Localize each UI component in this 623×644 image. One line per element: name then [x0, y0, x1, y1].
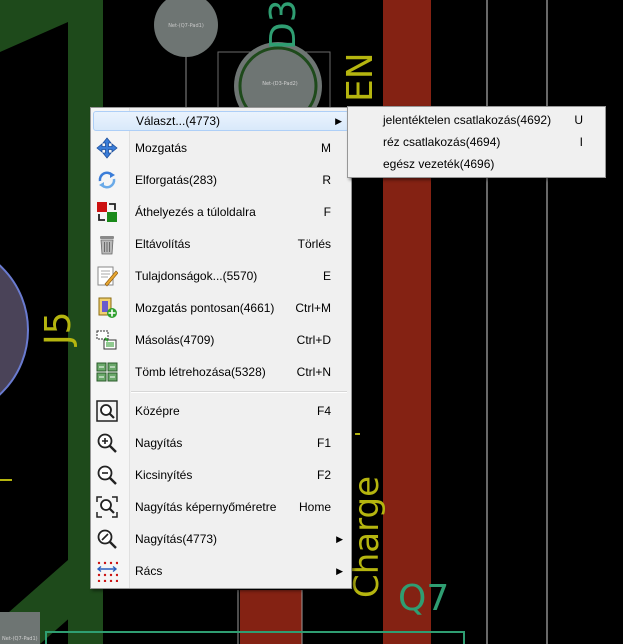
submenu-item-whole-track[interactable]: egész vezeték(4696)	[350, 153, 603, 175]
menu-item-shortcut: F1	[316, 436, 331, 450]
menu-item-shortcut: E	[322, 269, 331, 283]
menu-item-label: Nagyítás képernyőméretre	[135, 500, 277, 514]
menu-item-label: Eltávolítás	[135, 237, 191, 251]
submenu-arrow-icon: ▶	[336, 534, 343, 544]
duplicate-icon	[96, 330, 117, 350]
menu-item-shortcut: R	[322, 173, 331, 187]
grid-icon	[96, 561, 118, 582]
trash-icon	[100, 236, 114, 255]
menu-item-shortcut: M	[321, 141, 331, 155]
zoom-out-icon	[97, 465, 117, 485]
menu-item-label: Tulajdonságok...(5570)	[135, 269, 258, 283]
menu-item-label: réz csatlakozás(4694)	[383, 135, 501, 149]
menu-item-label: Elforgatás(283)	[135, 173, 218, 187]
menu-item-label: Mozgatás pontosan(4661)	[135, 301, 275, 315]
menu-item-move[interactable]: Mozgatás M	[93, 132, 349, 164]
menu-item-zoom-out[interactable]: Kicsinyítés F2	[93, 459, 349, 491]
menu-item-shortcut: Törlés	[297, 237, 331, 251]
menu-item-shortcut: Home	[298, 500, 331, 514]
menu-item-zoom-fit[interactable]: Nagyítás képernyőméretre Home	[93, 491, 349, 523]
menu-item-label: Áthelyezés a túloldalra	[135, 205, 256, 219]
zoom-submenu-icon	[97, 529, 117, 549]
menu-item-center[interactable]: Középre F4	[93, 395, 349, 427]
menu-item-label: Nagyítás	[135, 436, 183, 450]
move-exact-icon	[98, 297, 117, 318]
menu-item-label: Tömb létrehozása(5328)	[135, 365, 266, 379]
menu-item-shortcut: F	[323, 205, 331, 219]
menu-item-properties[interactable]: Tulajdonságok...(5570) E	[93, 260, 349, 292]
move-arrows-icon	[96, 137, 118, 159]
rotate-icon	[98, 171, 116, 189]
menu-item-zoom-submenu[interactable]: Nagyítás(4773) ▶	[93, 523, 349, 555]
menu-item-shortcut: U	[574, 113, 583, 127]
menu-item-label: Másolás(4709)	[135, 333, 215, 347]
silkscreen-d3: D3	[263, 0, 304, 50]
menu-item-flip[interactable]: Áthelyezés a túloldalra F	[93, 196, 349, 228]
menu-item-shortcut: Ctrl+D	[296, 333, 331, 347]
menu-item-delete[interactable]: Eltávolítás Törlés	[93, 228, 349, 260]
menu-item-grid[interactable]: Rács ▶	[93, 555, 349, 587]
zoom-center-icon	[96, 400, 118, 422]
menu-item-zoom-in[interactable]: Nagyítás F1	[93, 427, 349, 459]
submenu-item-unimportant-connection[interactable]: jelentéktelen csatlakozás(4692) U	[350, 109, 603, 131]
menu-item-shortcut: F4	[316, 404, 331, 418]
menu-item-array[interactable]: Tömb létrehozása(5328) Ctrl+N	[93, 356, 349, 388]
context-menu: Választ...(4773) ▶ Mozgatás M Elforgatás…	[90, 107, 352, 589]
select-submenu: jelentéktelen csatlakozás(4692) U réz cs…	[347, 106, 606, 178]
submenu-item-copper-connection[interactable]: réz csatlakozás(4694) I	[350, 131, 603, 153]
menu-item-label: egész vezeték(4696)	[383, 157, 495, 171]
pad-net-label: Net-(Q7-Pad1)	[2, 636, 38, 642]
zoom-in-icon	[97, 433, 117, 453]
array-create-icon	[96, 362, 118, 382]
zoom-fit-icon	[96, 496, 118, 518]
menu-item-move-exact[interactable]: Mozgatás pontosan(4661) Ctrl+M	[93, 292, 349, 324]
menu-item-shortcut: Ctrl+M	[295, 301, 331, 315]
menu-separator	[131, 391, 347, 393]
menu-item-shortcut: I	[579, 135, 583, 149]
submenu-arrow-icon: ▶	[336, 566, 343, 576]
properties-edit-icon	[97, 266, 118, 287]
pad-net-label: Net-(D3-Pad2)	[262, 81, 298, 87]
menu-item-label: Középre	[135, 404, 180, 418]
silkscreen-en: EN	[340, 52, 381, 102]
menu-item-shortcut: F2	[316, 468, 331, 482]
silkscreen-q7: Q7	[398, 578, 449, 619]
silkscreen-j5: J5	[38, 311, 79, 347]
copper-track-red-lower	[240, 590, 302, 644]
menu-item-select[interactable]: Választ...(4773) ▶	[93, 111, 349, 131]
menu-item-label: Mozgatás	[135, 141, 188, 155]
copper-track-red	[383, 0, 431, 644]
pad-net-label: Net-(Q7-Pad1)	[168, 23, 204, 29]
silkscreen-charge: Charge	[347, 476, 387, 598]
menu-item-label: Rács	[135, 564, 163, 578]
menu-item-label: Kicsinyítés	[135, 468, 193, 482]
flip-board-icon	[97, 202, 117, 222]
menu-item-rotate[interactable]: Elforgatás(283) R	[93, 164, 349, 196]
menu-item-duplicate[interactable]: Másolás(4709) Ctrl+D	[93, 324, 349, 356]
submenu-arrow-icon: ▶	[335, 116, 342, 126]
menu-item-label: Választ...(4773)	[136, 114, 221, 128]
menu-item-shortcut: Ctrl+N	[296, 365, 331, 379]
menu-item-label: jelentéktelen csatlakozás(4692)	[383, 113, 552, 127]
menu-item-label: Nagyítás(4773)	[135, 532, 218, 546]
